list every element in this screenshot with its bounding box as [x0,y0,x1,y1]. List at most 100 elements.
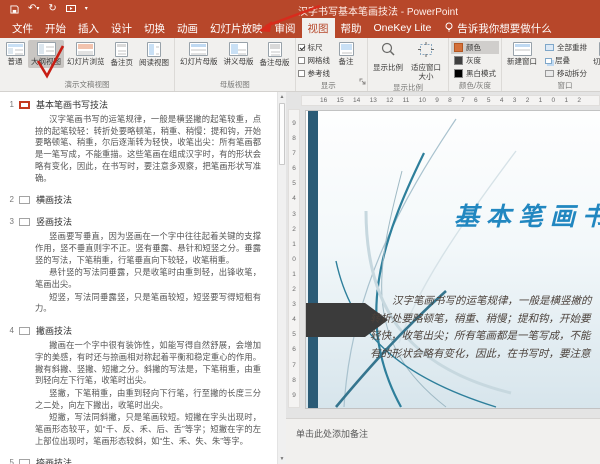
notes-button[interactable]: 备注 [333,40,359,68]
guides-checkbox[interactable]: 参考线 [298,67,331,80]
tab-review[interactable]: 审阅 [269,18,302,38]
dialog-launcher-icon[interactable] [359,72,366,90]
tab-home[interactable]: 开始 [39,18,72,38]
outline-item-title[interactable]: 捺画技法 [36,456,72,464]
tab-onekey-lite[interactable]: OneKey Lite [368,18,438,38]
ribbon-tab-bar: 文件 开始 插入 设计 切换 动画 幻灯片放映 审阅 视图 帮助 OneKey … [0,18,600,38]
normal-view-button[interactable]: 普通 [2,40,28,68]
slide-master-button[interactable]: 幻灯片母版 [177,40,221,68]
outline-item-title[interactable]: 横画技法 [36,193,72,206]
outline-item-body[interactable]: 竖撇，下笔稍重，由重到轻向下行笔，行至撇的长度三分之二处，向左下撇出，收笔时出尖… [35,388,261,411]
notes-page-button[interactable]: 备注页 [108,40,137,69]
outline-item-body[interactable]: 悬针竖的写法同垂露，只是收笔时由重到轻，出锋收笔，笔画出尖。 [35,267,261,290]
group-window: 新建窗口 全部重排 层叠 移动拆分 切换窗口 ▾ 窗口 [502,38,600,91]
outline-item-title[interactable]: 竖画技法 [36,215,72,228]
outline-item[interactable]: 3 竖画技法 [4,215,273,228]
outline-item-body[interactable]: 竖画要写垂直，因为竖画在一个字中往往起着关键的支撑作用，竖不垂直则字不正。竖有垂… [35,231,261,266]
slide-number: 5 [4,458,14,464]
slide-number: 3 [4,217,14,226]
outline-item-body[interactable]: 汉字笔画书写的运笔规律，一般是横竖撇的起笔较重，点捺的起笔较轻：转折处要略顿笔，… [35,114,261,184]
slide-icon[interactable] [19,327,30,335]
lightbulb-icon [445,22,453,35]
tab-slideshow[interactable]: 幻灯片放映 [204,18,269,38]
tab-insert[interactable]: 插入 [72,18,105,38]
zoom-button[interactable]: 显示比例 [370,40,406,74]
gridlines-checkbox[interactable]: 网格线 [298,54,331,67]
grayscale-swatch-icon [454,56,463,65]
tab-transitions[interactable]: 切换 [138,18,171,38]
undo-icon[interactable]: ↶▾ [28,4,39,14]
arrange-all-button[interactable]: 全部重排 [542,41,590,54]
ribbon: 普通 大纲视图 幻灯片浏览 备注页 阅读视图 演示文稿视图 [0,38,600,92]
slide-icon-selected[interactable] [19,101,30,109]
start-slideshow-icon[interactable] [66,5,76,13]
outline-item-body[interactable]: 撇画在一个字中很有装饰性，如能写得自然舒展，会增加字的美感，有时还与捺画相对称起… [35,340,261,387]
fit-to-window-button[interactable]: 适应窗口大小 [406,40,446,82]
group-presentation-views: 普通 大纲视图 幻灯片浏览 备注页 阅读视图 演示文稿视图 [0,38,175,91]
outline-item-body[interactable]: 短竖，写法同垂露竖，只是笔画较短，短竖要写得短粗有力。 [35,292,261,315]
slide-body-text[interactable]: 汉字笔画书写的运笔规律，一般是横竖撇的 转折处要略顿笔，稍重、稍慢；提和钩，开始… [370,293,592,363]
move-split-icon [545,70,554,77]
outline-pane[interactable]: 1 基本笔画书写技法 汉字笔画书写的运笔规律，一般是横竖撇的起笔较重，点捺的起笔… [0,92,277,464]
quick-access-toolbar: ↶▾ ↻ ▾ [0,4,88,14]
cascade-button[interactable]: 层叠 [542,54,590,67]
notes-master-button[interactable]: 备注母版 [257,40,293,69]
scrollbar-up-icon[interactable]: ▲ [278,92,286,102]
slide-master-icon [189,42,208,56]
slide-canvas[interactable]: 基本笔画书写 汉字笔画书写的运笔规律，一般是横竖撇的 转折处要略顿笔，稍重、稍慢… [306,111,600,408]
save-icon[interactable] [10,5,19,14]
slide-icon[interactable] [19,218,30,226]
qat-customize-icon[interactable]: ▾ [85,4,88,14]
group-label: 显示 [298,80,360,91]
group-label: 母版视图 [177,79,293,91]
group-label: 演示文稿视图 [2,79,172,91]
group-label: 颜色/灰度 [451,80,499,91]
outline-item[interactable]: 4 撇画技法 [4,324,273,337]
tab-view[interactable]: 视图 [302,18,335,38]
workspace: 1 基本笔画书写技法 汉字笔画书写的运笔规律，一般是横竖撇的起笔较重，点捺的起笔… [0,92,600,464]
slide-pane: 16 15 14 13 12 11 10 9 8 7 6 5 4 3 2 1 0… [286,92,600,464]
ruler-checkbox[interactable]: 标尺 [298,41,331,54]
slide-icon[interactable] [19,459,30,464]
outline-item-body[interactable]: 短撇，写法同斜撇，只是笔画较短。短撇在字头出现时，笔画形态较平，如“千、反、禾、… [35,412,261,447]
scrollbar-thumb[interactable] [279,103,285,165]
outline-item[interactable]: 1 基本笔画书写技法 [4,98,273,111]
color-swatch-icon [454,43,463,52]
group-color-grayscale: 颜色 灰度 黑白模式 颜色/灰度 [449,38,502,91]
group-label: 显示比例 [370,82,446,92]
slide-title[interactable]: 基本笔画书写 [454,197,600,233]
grayscale-button[interactable]: 灰度 [451,54,499,67]
switch-windows-button[interactable]: 切换窗口 ▾ [590,40,600,74]
move-split-button[interactable]: 移动拆分 [542,67,590,80]
redo-icon[interactable]: ↻ [48,4,56,14]
reading-view-icon [147,42,161,57]
slide-sorter-button[interactable]: 幻灯片浏览 [64,40,108,68]
tab-animations[interactable]: 动画 [171,18,204,38]
arrange-all-icon [545,44,554,51]
notes-master-icon [268,42,282,57]
checkbox-icon [298,57,305,64]
slide-number: 1 [4,100,14,109]
tab-design[interactable]: 设计 [105,18,138,38]
outline-item[interactable]: 2 横画技法 [4,193,273,206]
group-label: 窗口 [504,80,600,91]
black-white-button[interactable]: 黑白模式 [451,67,499,80]
slide-body-line: 轻快，收笔出尖；所有笔画都是一笔写成，不能 [370,328,592,346]
tell-me-box[interactable]: 告诉我你想要做什么 [437,18,560,38]
color-button[interactable]: 颜色 [451,41,499,54]
new-window-button[interactable]: 新建窗口 [504,40,540,68]
handout-master-button[interactable]: 讲义母版 [221,40,257,68]
tab-file[interactable]: 文件 [6,18,39,38]
outline-view-button[interactable]: 大纲视图 [28,40,64,68]
outline-item-title[interactable]: 撇画技法 [36,324,72,337]
group-master-views: 幻灯片母版 讲义母版 备注母版 母版视图 [175,38,296,91]
reading-view-button[interactable]: 阅读视图 [136,40,172,69]
outline-item[interactable]: 5 捺画技法 [4,456,273,464]
tab-help[interactable]: 帮助 [335,18,368,38]
title-bar: ↶▾ ↻ ▾ 汉字书写基本笔画技法 - PowerPoint [0,0,600,18]
slide-icon[interactable] [19,196,30,204]
notes-placeholder[interactable]: 单击此处添加备注 [286,418,600,464]
outline-scrollbar[interactable]: ▲ ▼ [277,92,286,464]
scrollbar-down-icon[interactable]: ▼ [278,454,286,464]
outline-item-title[interactable]: 基本笔画书写技法 [36,98,108,111]
